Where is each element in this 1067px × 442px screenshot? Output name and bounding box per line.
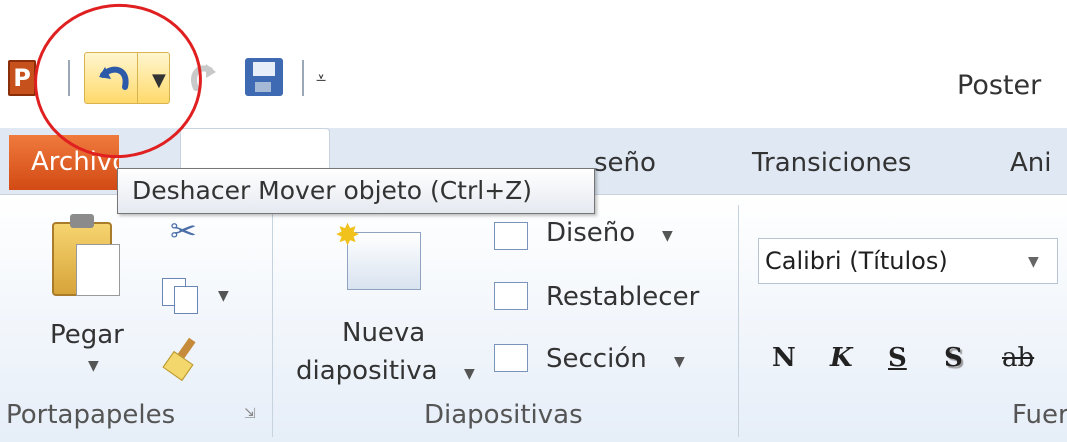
- scissors-icon[interactable]: ✂: [170, 212, 197, 250]
- underline-button[interactable]: S: [888, 343, 907, 373]
- shadow-button[interactable]: S: [944, 343, 963, 373]
- copy-dropdown-chevron-icon[interactable]: ▼: [218, 288, 229, 304]
- clipboard-group-label: Portapapeles: [6, 400, 176, 430]
- customize-toolbar-icon[interactable]: ⩡: [316, 68, 326, 89]
- paste-button-label[interactable]: Pegar: [50, 320, 124, 350]
- tab-transitions[interactable]: Transiciones: [752, 148, 911, 178]
- dialog-launcher-icon[interactable]: ⇲: [244, 406, 256, 422]
- floppy-disk-icon[interactable]: [245, 58, 283, 96]
- powerpoint-logo-icon[interactable]: P: [8, 60, 36, 96]
- window-title: Poster: [957, 70, 1042, 101]
- bold-button[interactable]: N: [772, 343, 796, 373]
- tab-design[interactable]: seño: [594, 148, 656, 178]
- clipboard-paste-icon[interactable]: [52, 214, 124, 300]
- strikethrough-button[interactable]: ab: [1002, 343, 1034, 373]
- layout-button-label[interactable]: Diseño: [546, 218, 635, 248]
- section-icon[interactable]: [494, 344, 528, 372]
- copy-icon[interactable]: [160, 276, 200, 316]
- toolbar-separator: [302, 60, 304, 96]
- section-button-label[interactable]: Sección: [546, 344, 647, 374]
- reset-button-label[interactable]: Restablecer: [546, 282, 699, 312]
- slides-group-label: Diapositivas: [424, 400, 583, 430]
- italic-button[interactable]: K: [830, 343, 853, 373]
- font-name-combo[interactable]: Calibri (Títulos): [758, 238, 1058, 284]
- paste-dropdown-chevron-icon[interactable]: ▼: [88, 358, 99, 374]
- layout-dropdown-chevron-icon[interactable]: ▼: [662, 228, 673, 244]
- undo-tooltip: Deshacer Mover objeto (Ctrl+Z): [117, 168, 595, 214]
- font-dropdown-chevron-icon[interactable]: ▼: [1028, 254, 1039, 270]
- new-slide-label-line1[interactable]: Nueva: [342, 318, 425, 348]
- tab-animations[interactable]: Ani: [1010, 148, 1052, 178]
- section-dropdown-chevron-icon[interactable]: ▼: [674, 354, 685, 370]
- new-slide-icon[interactable]: ✸: [335, 218, 425, 294]
- group-divider: [738, 205, 739, 437]
- new-slide-dropdown-chevron-icon[interactable]: ▼: [464, 366, 475, 382]
- font-group-label: Fuer: [1012, 400, 1067, 430]
- reset-icon[interactable]: [494, 282, 528, 310]
- new-slide-label-line2[interactable]: diapositiva: [296, 356, 438, 386]
- layout-icon[interactable]: [494, 222, 528, 250]
- format-painter-icon[interactable]: [162, 337, 202, 382]
- group-divider: [272, 205, 273, 437]
